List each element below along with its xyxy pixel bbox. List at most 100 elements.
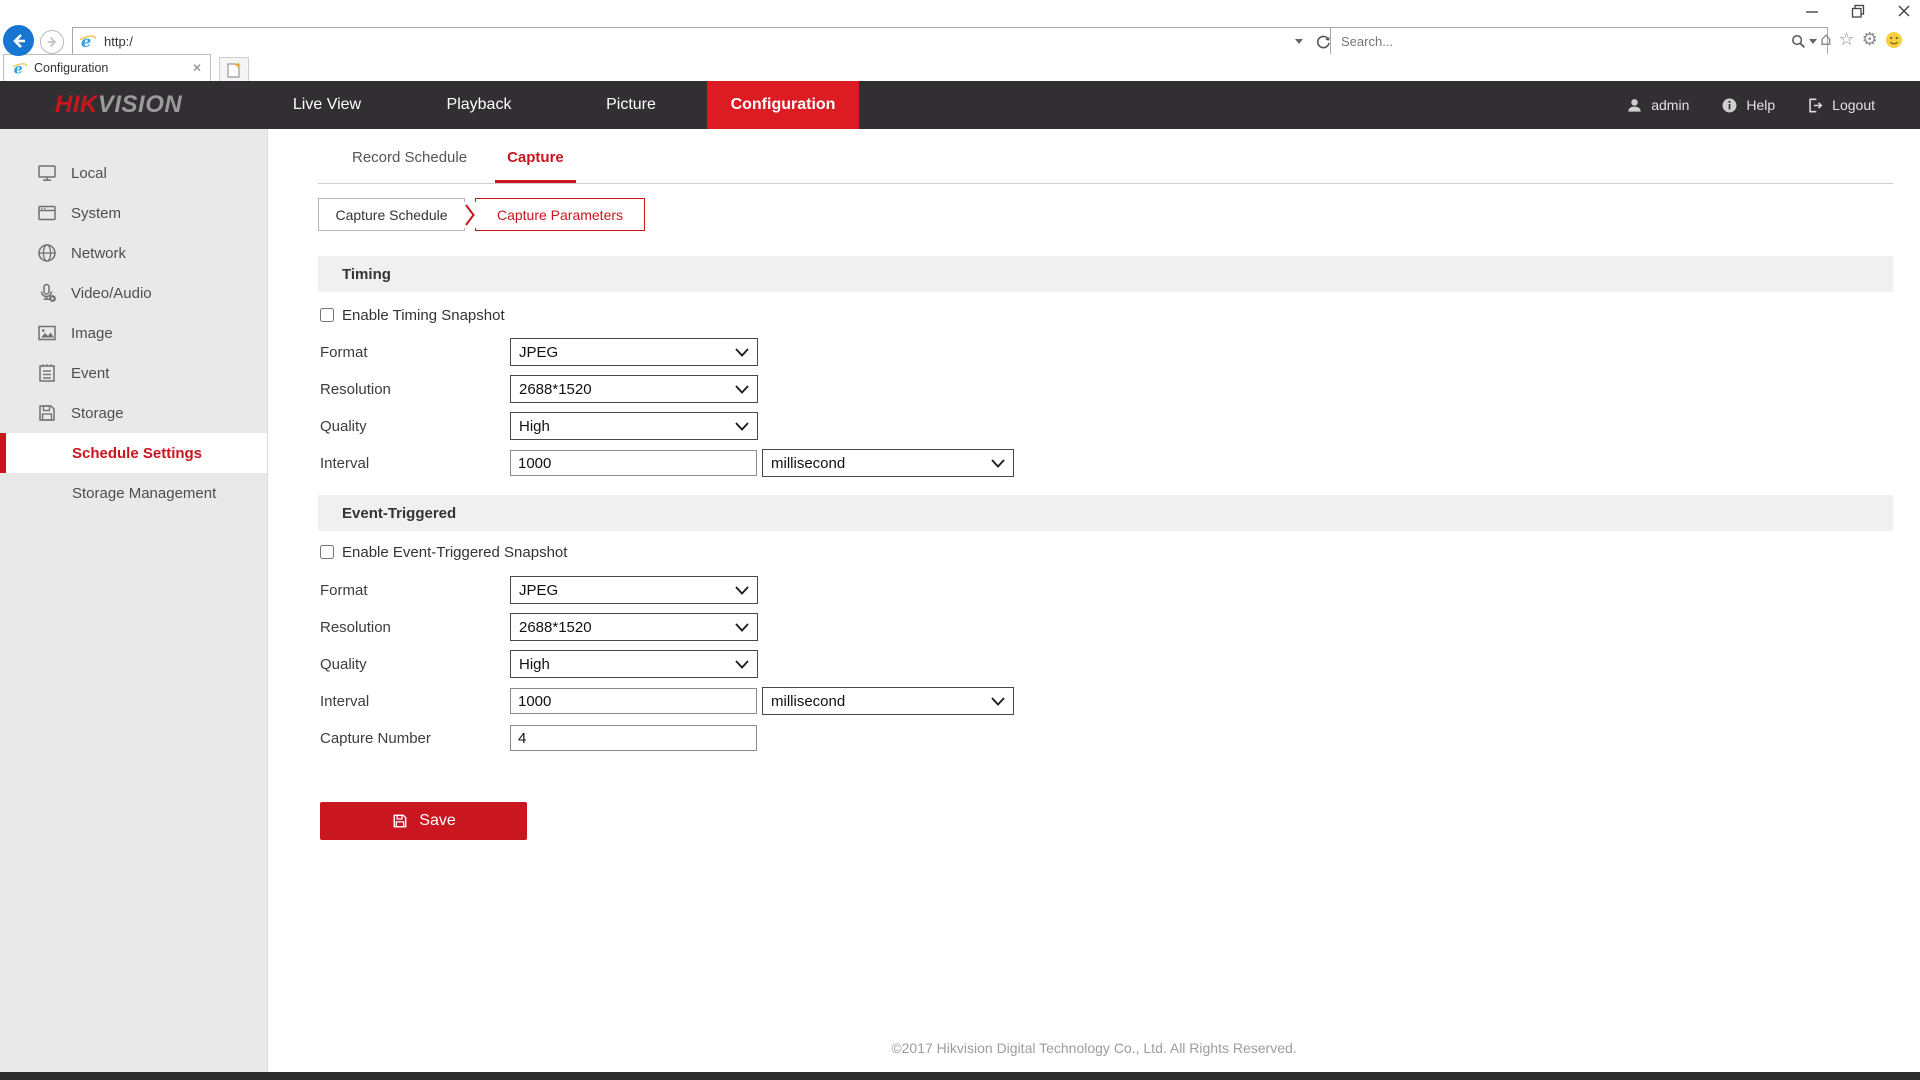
picture-icon [36,322,58,344]
copyright-text: ©2017 Hikvision Digital Technology Co., … [268,1040,1920,1056]
timing-format-select[interactable]: JPEG [510,338,758,366]
sidebar-item-label: Local [71,165,107,182]
sidebar-item-schedule-settings[interactable]: Schedule Settings [0,433,267,473]
sidebar-item-image[interactable]: Image [0,313,267,353]
browser-toolbar-icons: ⌂ ☆ ⚙ [1820,27,1903,53]
event-interval-unit-select[interactable]: millisecond [762,687,1014,715]
chevron-down-icon [735,385,749,394]
timing-interval-unit-select[interactable]: millisecond [762,449,1014,477]
subtab-capture-parameters[interactable]: Capture Parameters [475,198,645,231]
ie-icon: e [12,61,27,76]
smiley-icon [1885,31,1903,49]
search-box[interactable] [1330,27,1828,55]
user-label: admin [1651,97,1689,113]
sidebar-item-local[interactable]: Local [0,153,267,193]
forward-button[interactable] [40,30,64,54]
capture-number-row: Capture Number [318,724,1893,752]
enable-event-triggered-snapshot-label: Enable Event-Triggered Snapshot [342,544,567,561]
event-resolution-select[interactable]: 2688*1520 [510,613,758,641]
event-interval-input[interactable] [510,688,757,714]
tab-close-button[interactable]: ✕ [192,61,202,75]
settings-gear-button[interactable]: ⚙ [1862,31,1878,49]
favorites-star-button[interactable]: ☆ [1838,31,1854,49]
url-dropdown-button[interactable] [1293,33,1305,49]
event-interval-row: Interval millisecond [318,687,1893,715]
interval-label: Interval [318,693,510,710]
sidebar-item-storage-management[interactable]: Storage Management [0,473,267,513]
nav-playback[interactable]: Playback [403,81,555,129]
url-input[interactable] [102,33,1293,50]
svg-text:e: e [81,33,91,50]
sidebar-subitem-label: Schedule Settings [72,445,202,462]
chevron-down-icon [1809,39,1817,44]
timing-quality-select[interactable]: High [510,412,758,440]
nav-live-view[interactable]: Live View [251,81,403,129]
save-button[interactable]: Save [320,802,527,840]
browser-tab-configuration[interactable]: e Configuration ✕ [3,54,211,81]
sidebar-item-label: System [71,205,121,222]
logo-hik: HIK [55,91,98,119]
main-content: Record Schedule Capture Capture Schedule… [268,129,1920,1072]
enable-event-triggered-snapshot-checkbox[interactable] [320,545,334,559]
timing-quality-row: Quality High [318,412,1893,440]
tab-capture[interactable]: Capture [495,149,576,183]
globe-icon [36,242,58,264]
close-button[interactable] [1896,3,1912,19]
floppy-icon [36,402,58,424]
user-admin[interactable]: admin [1626,97,1689,114]
sidebar-item-system[interactable]: System [0,193,267,233]
back-button[interactable] [3,25,34,56]
minimize-icon [1805,4,1819,18]
sidebar-item-label: Network [71,245,126,262]
timing-section-title: Timing [342,266,391,283]
search-input[interactable] [1339,33,1789,50]
address-bar-tools [1293,33,1331,49]
browser-status-bar [0,1072,1920,1080]
event-quality-select[interactable]: High [510,650,758,678]
hikvision-logo: HIKVISION [55,81,182,129]
sidebar-item-storage[interactable]: Storage [0,393,267,433]
sidebar-item-network[interactable]: Network [0,233,267,273]
timing-resolution-row: Resolution 2688*1520 [318,375,1893,403]
chevron-down-icon [735,623,749,632]
hikvision-configuration-page: e ⌂ ☆ ⚙ e Configurati [0,0,1920,1080]
minimize-button[interactable] [1804,3,1820,19]
sidebar-item-video-audio[interactable]: Video/Audio [0,273,267,313]
nav-configuration[interactable]: Configuration [707,81,859,129]
restore-button[interactable] [1850,3,1866,19]
chevron-down-icon [735,586,749,595]
header-right: admin Help Logout [1626,81,1875,129]
home-button[interactable]: ⌂ [1820,31,1831,49]
forward-arrow-icon [44,34,60,50]
logout-button[interactable]: Logout [1807,97,1875,114]
format-label: Format [318,344,510,361]
new-tab-button[interactable] [219,57,249,81]
help-button[interactable]: Help [1721,97,1775,114]
event-format-select[interactable]: JPEG [510,576,758,604]
enable-timing-snapshot-checkbox[interactable] [320,308,334,322]
event-quality-row: Quality High [318,650,1893,678]
sidebar-item-event[interactable]: Event [0,353,267,393]
timing-interval-row: Interval millisecond [318,449,1893,477]
feedback-smiley-button[interactable] [1885,31,1903,49]
timing-interval-input[interactable] [510,450,757,476]
search-button[interactable] [1789,33,1819,49]
timing-resolution-select[interactable]: 2688*1520 [510,375,758,403]
event-format-row: Format JPEG [318,576,1893,604]
nav-picture[interactable]: Picture [555,81,707,129]
quality-label: Quality [318,418,510,435]
search-icon [1791,34,1806,49]
event-triggered-section-title: Event-Triggered [342,505,456,522]
back-arrow-icon [8,30,30,52]
system-window-icon [36,202,58,224]
event-resolution-row: Resolution 2688*1520 [318,613,1893,641]
interval-label: Interval [318,455,510,472]
window-controls [1804,3,1912,19]
subtab-capture-schedule[interactable]: Capture Schedule [318,198,465,231]
address-bar[interactable]: e [72,27,1338,55]
capture-number-input[interactable] [510,725,757,751]
tab-record-schedule[interactable]: Record Schedule [350,149,469,183]
refresh-button[interactable] [1315,33,1331,49]
resolution-label: Resolution [318,619,510,636]
chevron-down-icon [991,697,1005,706]
